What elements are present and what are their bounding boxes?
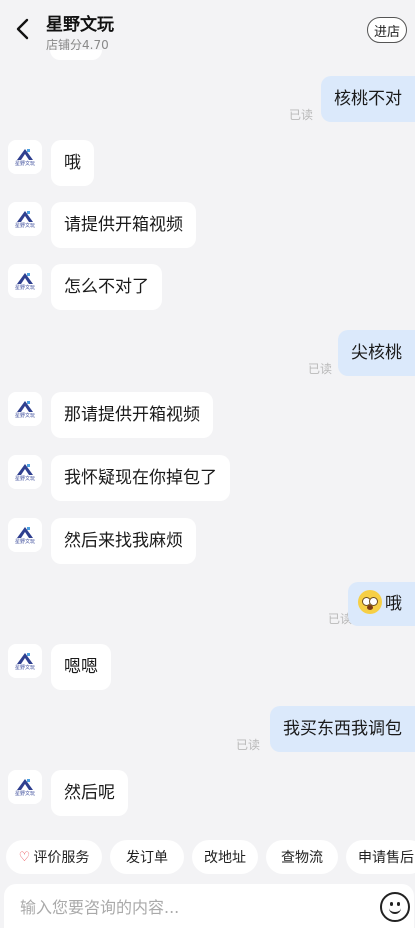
track-logistics-chip[interactable]: 查物流 (266, 840, 338, 874)
outgoing-message[interactable]: 我买东西我调包 (270, 706, 415, 752)
logo-text: 星野文玩 (14, 665, 35, 671)
change-address-chip[interactable]: 改地址 (192, 840, 258, 874)
incoming-message[interactable]: 然后来找我麻烦 (51, 518, 196, 564)
shop-logo-icon (17, 273, 33, 284)
avatar[interactable]: 星野文玩 (8, 202, 42, 236)
logo-text: 星野文玩 (14, 223, 35, 229)
logo-text: 星野文玩 (14, 791, 35, 797)
shop-logo-icon (17, 779, 33, 790)
read-status: 已读 (288, 108, 313, 122)
logo-text: 星野文玩 (14, 539, 35, 545)
outgoing-message[interactable]: 尖核桃 (338, 330, 415, 376)
rolling-eyes-emoji-icon (358, 590, 382, 614)
shop-logo-icon (17, 401, 33, 412)
outgoing-message[interactable]: 哦 (348, 582, 415, 626)
after-sale-chip[interactable]: 申请售后 (346, 840, 415, 874)
avatar[interactable]: 星野文玩 (8, 770, 42, 804)
chat-area: 已读 核桃不对 星野文玩 哦 星野文玩 请提供开箱视频 星野文玩 怎么不对了 已… (0, 0, 415, 928)
avatar[interactable]: 星野文玩 (8, 455, 42, 489)
incoming-message[interactable]: 怎么不对了 (51, 264, 162, 310)
read-status: 已读 (307, 362, 332, 376)
partial-message-bubble (50, 50, 102, 60)
input-container (4, 884, 414, 928)
shop-logo-icon (17, 149, 33, 160)
incoming-message[interactable]: 我怀疑现在你掉包了 (51, 455, 230, 501)
back-button[interactable] (10, 14, 34, 44)
avatar[interactable]: 星野文玩 (8, 392, 42, 426)
shop-logo-icon (17, 464, 33, 475)
avatar[interactable]: 星野文玩 (8, 140, 42, 174)
incoming-message[interactable]: 哦 (51, 140, 94, 186)
logo-text: 星野文玩 (14, 476, 35, 482)
outgoing-message[interactable]: 核桃不对 (321, 76, 415, 122)
logo-text: 星野文玩 (14, 161, 35, 167)
shop-logo-icon (17, 527, 33, 538)
message-input[interactable] (20, 896, 350, 918)
enter-shop-button[interactable]: 进店 (367, 17, 407, 43)
avatar[interactable]: 星野文玩 (8, 264, 42, 298)
chip-label: 评价服务 (33, 850, 90, 866)
avatar[interactable]: 星野文玩 (8, 644, 42, 678)
smile-icon (389, 907, 401, 914)
shop-logo-icon (17, 211, 33, 222)
rate-service-chip[interactable]: ♡ 评价服务 (6, 840, 102, 874)
message-text: 哦 (385, 594, 402, 614)
input-bar (0, 884, 415, 928)
avatar[interactable]: 星野文玩 (8, 518, 42, 552)
read-status: 已读 (235, 738, 260, 752)
chevron-left-icon (16, 18, 29, 40)
incoming-message[interactable]: 然后呢 (51, 770, 128, 816)
emoji-button[interactable] (380, 892, 410, 922)
logo-text: 星野文玩 (14, 413, 35, 419)
incoming-message[interactable]: 请提供开箱视频 (51, 202, 196, 248)
chat-header: 星野文玩 店铺分4.70 进店 (0, 0, 415, 60)
shop-logo-icon (17, 653, 33, 664)
send-order-chip[interactable]: 发订单 (110, 840, 184, 874)
incoming-message[interactable]: 嗯嗯 (51, 644, 111, 690)
logo-text: 星野文玩 (14, 285, 35, 291)
quick-actions: ♡ 评价服务 发订单 改地址 查物流 申请售后 (0, 840, 415, 876)
heart-icon: ♡ (18, 849, 31, 865)
shop-name[interactable]: 星野文玩 (46, 10, 114, 35)
incoming-message[interactable]: 那请提供开箱视频 (51, 392, 213, 438)
